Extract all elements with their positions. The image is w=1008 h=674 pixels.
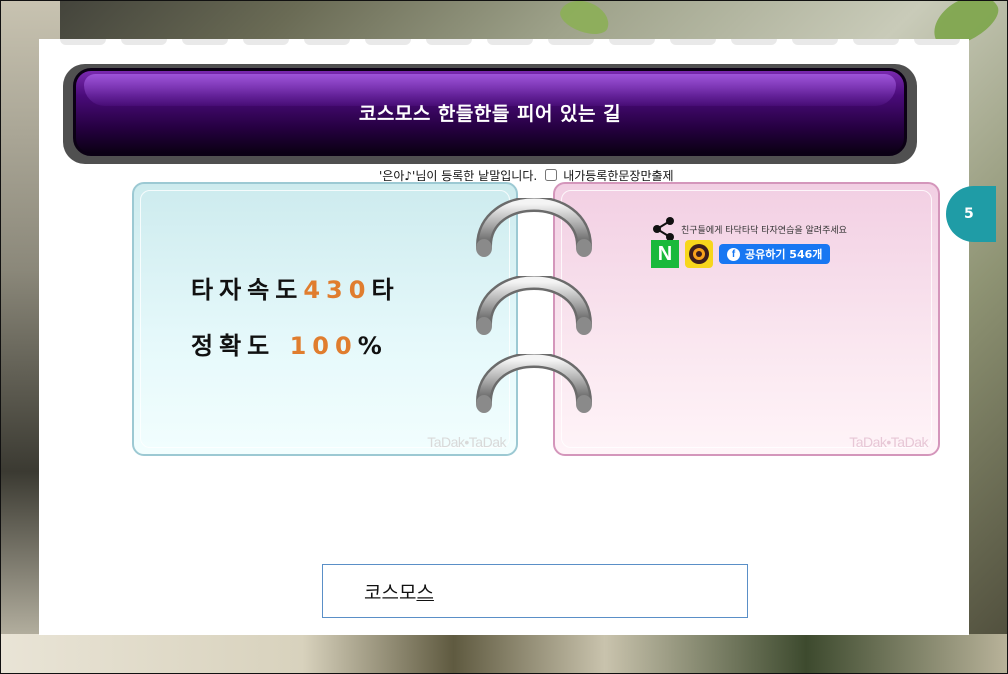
share-icon[interactable] (651, 216, 677, 242)
kakaostory-icon (689, 244, 709, 264)
side-tab[interactable]: 5 (946, 186, 996, 242)
binder-ring-icon (476, 198, 592, 257)
typing-speed-label: 타자속도 (191, 276, 304, 304)
facebook-icon: f (727, 247, 740, 261)
share-message: 친구들에게 타닥타닥 타자연습을 알려주세요 (681, 225, 847, 236)
typing-speed-unit: 타 (371, 276, 400, 304)
share-message-row: 친구들에게 타닥타닥 타자연습을 알려주세요 (651, 216, 847, 242)
accuracy-stat: 정확도 100% (191, 326, 388, 361)
share-card: 친구들에게 타닥타닥 타자연습을 알려주세요 N f 공유하기 546개 TaD… (553, 182, 940, 456)
facebook-share-button[interactable]: f 공유하기 546개 (719, 244, 831, 264)
typing-speed-value: 430 (303, 276, 372, 304)
typed-text: 코스모 (364, 581, 417, 604)
typing-speed-stat: 타자속도430타 (191, 270, 400, 305)
registered-by-text: '은아♪'님이 등록한 낱말입니다. (379, 168, 538, 183)
share-buttons: N f 공유하기 546개 (651, 240, 831, 268)
watermark-right: TaDak•TaDak (849, 434, 928, 450)
background-bottom-strip (0, 634, 1008, 674)
accuracy-label: 정확도 (191, 332, 276, 360)
sentence-title-banner: 코스모스 한들한들 피어 있는 길 (73, 68, 907, 156)
accuracy-value: 100 (289, 332, 358, 360)
stats-card: 타자속도430타 정확도 100% TaDak•TaDak (132, 182, 518, 456)
binder-ring-icon (476, 276, 592, 335)
accuracy-unit: % (357, 332, 388, 360)
naver-share-button[interactable]: N (651, 240, 679, 268)
scalloped-edge (60, 39, 960, 47)
background-leaf (556, 0, 614, 40)
my-sentences-only-checkbox[interactable] (545, 169, 558, 181)
facebook-share-label: 공유하기 546개 (745, 248, 823, 261)
binder-ring-icon (476, 354, 592, 413)
my-sentences-only-label[interactable]: 내가등록한문장만출제 (563, 167, 673, 184)
kakao-share-button[interactable] (685, 240, 713, 268)
composing-character: 스 (416, 581, 434, 604)
sentence-title: 코스모스 한들한들 피어 있는 길 (358, 102, 622, 125)
typing-input[interactable]: 코스모 스 (322, 564, 748, 618)
watermark-left: TaDak•TaDak (427, 434, 506, 450)
